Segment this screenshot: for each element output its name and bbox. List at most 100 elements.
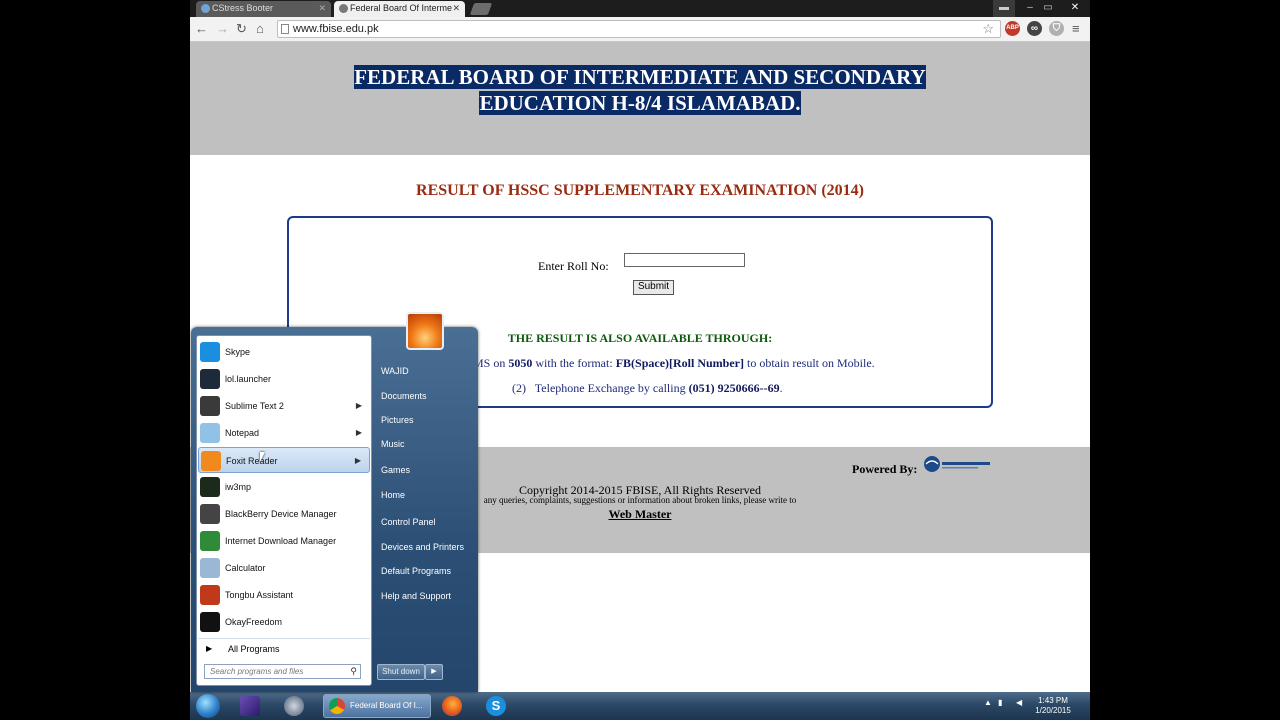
taskbar-chrome-task[interactable]: Federal Board Of I...: [323, 694, 431, 718]
start-item-calculator[interactable]: Calculator: [198, 555, 370, 581]
start-item-notepad[interactable]: Notepad ▶: [198, 420, 370, 446]
cod-icon: [200, 477, 220, 497]
idm-icon: [200, 531, 220, 551]
start-item-internet-download-manager[interactable]: Internet Download Manager: [198, 528, 370, 554]
lol-icon: [200, 369, 220, 389]
submenu-arrow-icon: ▶: [355, 401, 362, 410]
forward-icon[interactable]: →: [216, 21, 229, 37]
chrome-icon: [329, 698, 345, 714]
start-right-default-programs[interactable]: Default Programs: [381, 566, 451, 576]
glasses-icon[interactable]: ∞: [1027, 21, 1042, 36]
network-icon[interactable]: ▮: [998, 698, 1002, 707]
menu-icon[interactable]: ≡: [1072, 21, 1080, 37]
start-right-help-and-support[interactable]: Help and Support: [381, 591, 451, 601]
start-right-music[interactable]: Music: [381, 439, 405, 449]
start-right-documents[interactable]: Documents: [381, 391, 427, 401]
volume-icon[interactable]: ◀: [1016, 698, 1022, 707]
shutdown-options-button[interactable]: ▶: [425, 664, 443, 680]
tab-fbise[interactable]: Federal Board Of Interme ✕: [334, 1, 465, 17]
reload-icon[interactable]: ↻: [236, 21, 247, 37]
roll-label: Enter Roll No:: [538, 259, 609, 273]
tel-index: (2): [512, 381, 526, 395]
start-right-home[interactable]: Home: [381, 490, 405, 500]
tab-cstress-booter[interactable]: CStress Booter ✕: [196, 1, 331, 17]
powered-by-label: Powered By:: [852, 462, 918, 476]
sms-mid: with the format:: [535, 356, 613, 370]
start-right-games[interactable]: Games: [381, 465, 410, 475]
start-search-input[interactable]: Search programs and files ⚲: [204, 664, 361, 679]
tab-favicon-icon: [339, 4, 348, 13]
start-right-devices-and-printers[interactable]: Devices and Printers: [381, 542, 464, 552]
start-item-foxit-reader[interactable]: Foxit Reader ▶: [198, 447, 370, 473]
shutdown-button[interactable]: Shut down: [377, 664, 425, 680]
bookmark-star-icon[interactable]: ☆: [982, 21, 994, 37]
title-line-1: FEDERAL BOARD OF INTERMEDIATE AND SECOND…: [354, 65, 926, 89]
browser-tabstrip: CStress Booter ✕ Federal Board Of Interm…: [190, 0, 1090, 17]
start-item-label: Skype: [225, 347, 251, 357]
tab-title: Federal Board Of Interme: [350, 3, 453, 13]
all-programs-label: All Programs: [228, 644, 280, 654]
app-swirl-icon[interactable]: [284, 696, 304, 716]
address-bar[interactable]: www.fbise.edu.pk ☆: [277, 20, 1001, 38]
browser-toolbar: ← → ↻ ⌂ www.fbise.edu.pk ☆ ABP ∞ ⛉ ≡: [190, 17, 1090, 42]
header-banner: FEDERAL BOARD OF INTERMEDIATE AND SECOND…: [190, 42, 1090, 155]
close-window-button[interactable]: ✕: [1062, 0, 1088, 17]
tab-close-icon[interactable]: ✕: [318, 1, 326, 16]
adblock-icon[interactable]: ABP: [1005, 21, 1020, 36]
start-item-label: lol.launcher: [225, 374, 272, 384]
telephone-info: (2) Telephone Exchange by calling (051) …: [512, 381, 783, 396]
start-item-tongbu-assistant[interactable]: Tongbu Assistant: [198, 582, 370, 608]
start-item-label: Sublime Text 2: [225, 401, 284, 411]
tray-expand-icon[interactable]: ▲: [984, 698, 992, 707]
search-placeholder: Search programs and files: [210, 667, 304, 676]
tongbu-icon: [200, 585, 220, 605]
start-menu-programs: Skype lol.launcher Sublime Text 2 ▶ Notepad ▶…: [196, 335, 372, 686]
back-icon[interactable]: ←: [195, 21, 208, 37]
sms-info: By sending SMS on 5050 with the format: …: [409, 356, 875, 371]
tab-title: CStress Booter: [212, 3, 274, 13]
maximize-button[interactable]: ▭: [1038, 0, 1058, 17]
submit-button[interactable]: Submit: [633, 280, 674, 295]
start-item-iw3mp[interactable]: iw3mp: [198, 474, 370, 500]
start-right-user[interactable]: WAJID: [381, 366, 409, 376]
start-right-control-panel[interactable]: Control Panel: [381, 517, 436, 527]
calculator-icon: [200, 558, 220, 578]
search-icon: ⚲: [350, 666, 357, 676]
blackberry-icon: [200, 504, 220, 524]
foxit-icon: [201, 451, 221, 471]
submenu-arrow-icon: ▶: [355, 428, 362, 437]
user-avatar[interactable]: [406, 312, 444, 350]
home-icon[interactable]: ⌂: [256, 21, 264, 37]
minimize-button[interactable]: –: [1020, 0, 1040, 17]
clock-date: 1/20/2015: [1035, 706, 1071, 715]
start-item-lol-launcher[interactable]: lol.launcher: [198, 366, 370, 392]
address-text: www.fbise.edu.pk: [293, 23, 379, 35]
tab-close-icon[interactable]: ✕: [452, 1, 460, 16]
start-button[interactable]: [196, 694, 220, 718]
submenu-arrow-icon: ▶: [354, 456, 361, 465]
profile-icon[interactable]: ▬: [993, 0, 1015, 17]
title-line-2: EDUCATION H-8/4 ISLAMABAD.: [479, 91, 801, 115]
sms-format: FB(Space)[Roll Number]: [615, 356, 745, 370]
tel-number: (051) 9250666--69: [688, 381, 780, 395]
start-item-sublime-text-2[interactable]: Sublime Text 2 ▶: [198, 393, 370, 419]
clock-time: 1:43 PM: [1038, 696, 1068, 705]
shield-icon[interactable]: ⛉: [1049, 21, 1064, 36]
start-item-label: iw3mp: [225, 482, 252, 492]
new-tab-button[interactable]: [469, 3, 493, 15]
roll-number-input[interactable]: [624, 253, 745, 267]
visual-studio-icon[interactable]: [240, 696, 260, 716]
start-item-skype[interactable]: Skype: [198, 339, 370, 365]
result-title: RESULT OF HSSC SUPPLEMENTARY EXAMINATION…: [416, 182, 864, 199]
start-item-blackberry-device-manager[interactable]: BlackBerry Device Manager: [198, 501, 370, 527]
all-programs-item[interactable]: ▶ All Programs: [198, 638, 370, 659]
notepad-icon: [200, 423, 220, 443]
start-item-label: OkayFreedom: [225, 617, 283, 627]
start-item-okayfreedom[interactable]: OkayFreedom: [198, 609, 370, 635]
start-right-pictures[interactable]: Pictures: [381, 415, 414, 425]
system-clock[interactable]: 1:43 PM 1/20/2015: [1028, 696, 1078, 716]
skype-taskbar-icon[interactable]: S: [486, 696, 506, 716]
start-item-label: Notepad: [225, 428, 260, 438]
page-icon: [281, 24, 289, 34]
firefox-icon[interactable]: [442, 696, 462, 716]
